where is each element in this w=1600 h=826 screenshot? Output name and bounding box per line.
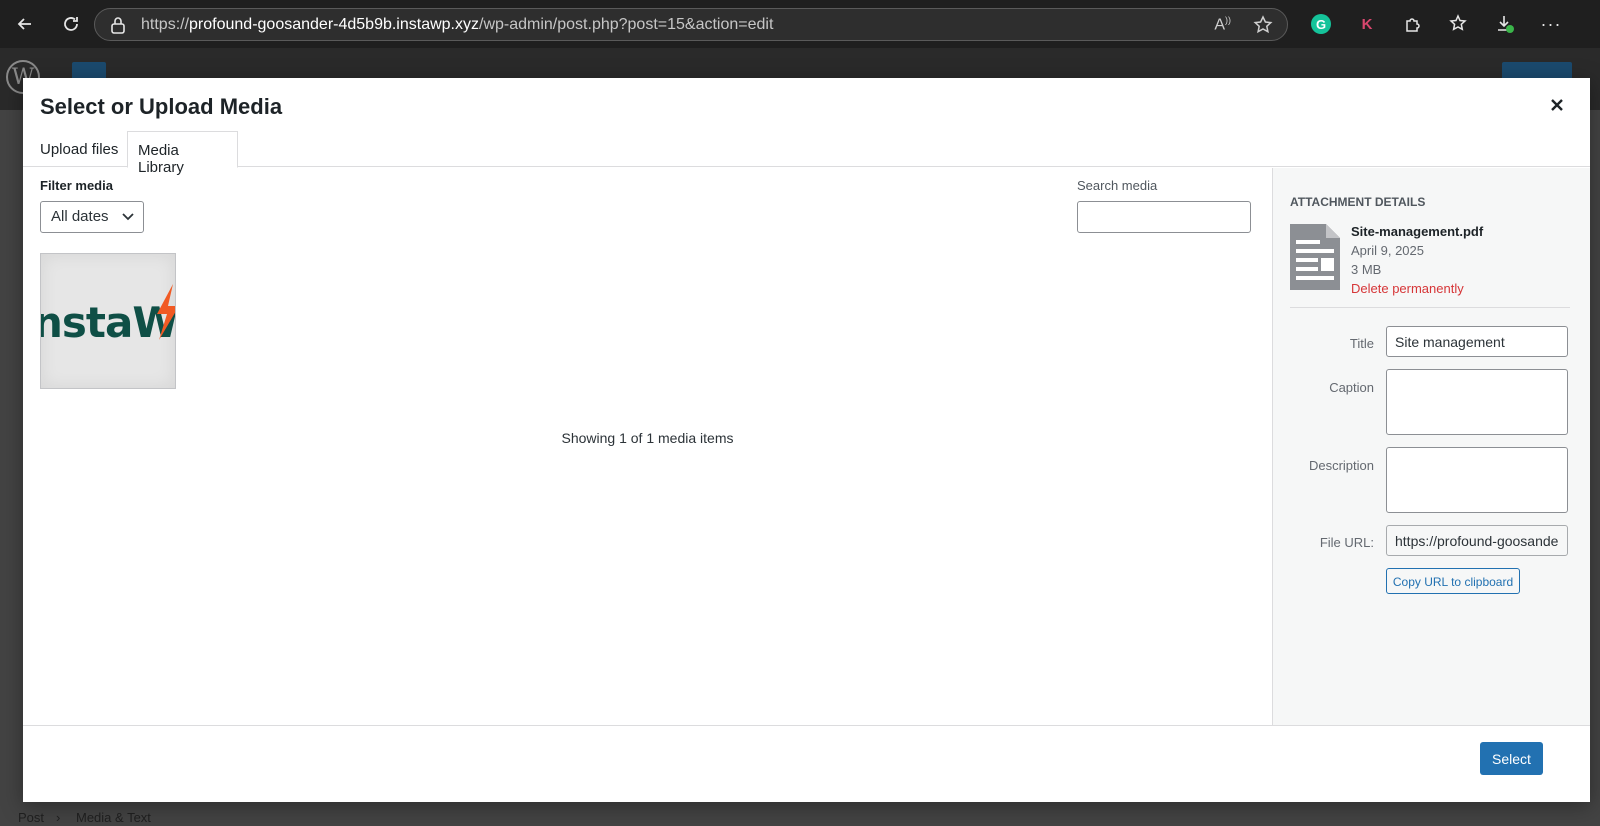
refresh-icon[interactable]	[54, 7, 88, 41]
caption-field[interactable]	[1386, 369, 1568, 435]
media-item-thumbnail[interactable]: nstaW	[40, 253, 176, 389]
close-icon[interactable]	[1546, 94, 1568, 116]
back-icon[interactable]	[8, 7, 42, 41]
date-filter-select[interactable]: All dates	[40, 201, 144, 233]
modal-title: Select or Upload Media	[40, 94, 283, 119]
media-count-text: Showing 1 of 1 media items	[561, 430, 734, 446]
filter-media-label: Filter media	[40, 178, 113, 193]
attachment-details-sidebar: Attachment Details Site-management.pdf A…	[1272, 168, 1590, 725]
more-menu-icon[interactable]: ···	[1535, 8, 1567, 40]
favorite-star-icon[interactable]	[1253, 15, 1273, 35]
extensions-puzzle-icon[interactable]	[1397, 8, 1429, 40]
downloads-icon[interactable]	[1489, 8, 1521, 40]
delete-permanently-link[interactable]: Delete permanently	[1351, 279, 1483, 298]
breadcrumb-block: Media & Text	[76, 810, 151, 825]
favorites-icon[interactable]	[1443, 8, 1475, 40]
media-browser: Filter media All dates Search media nsta…	[23, 168, 1272, 725]
description-label: Description	[1308, 458, 1374, 473]
search-media-input[interactable]	[1077, 201, 1251, 233]
breadcrumb-post: Post	[18, 810, 45, 825]
modal-toolbar: Select	[23, 725, 1590, 802]
copy-url-button[interactable]: Copy URL to clipboard	[1386, 568, 1520, 594]
url-text: https://profound-goosander-4d5b9b.instaw…	[141, 15, 774, 33]
tab-upload-files[interactable]: Upload files	[30, 131, 128, 168]
file-date: April 9, 2025	[1351, 243, 1424, 258]
search-media-label: Search media	[1077, 178, 1158, 193]
breadcrumb-separator: ›	[56, 810, 61, 825]
address-bar[interactable]: https://profound-goosander-4d5b9b.instaw…	[94, 8, 1288, 41]
lightning-bolt-icon	[157, 284, 175, 340]
description-field[interactable]	[1386, 447, 1568, 513]
media-modal: Select or Upload Media Upload files Medi…	[23, 78, 1590, 802]
modal-tabs: Upload files Media Library	[23, 131, 1590, 176]
file-url-label: File URL:	[1319, 535, 1374, 550]
k-extension-icon[interactable]: K	[1351, 8, 1383, 40]
read-aloud-icon[interactable]: A))	[1214, 15, 1231, 35]
svg-text:G: G	[1316, 17, 1326, 32]
title-label: Title	[1349, 336, 1374, 351]
lock-icon	[111, 16, 125, 34]
browser-toolbar: https://profound-goosander-4d5b9b.instaw…	[0, 0, 1600, 48]
editor-breadcrumb: Post › Media & Text	[0, 810, 1600, 826]
file-size: 3 MB	[1351, 262, 1382, 277]
caption-label: Caption	[1329, 380, 1374, 395]
chevron-down-icon	[122, 213, 134, 221]
date-filter-value: All dates	[51, 208, 109, 225]
divider	[1290, 307, 1570, 308]
file-info: Site-management.pdf April 9, 2025 3 MB D…	[1351, 222, 1483, 298]
attachment-details-heading: Attachment Details	[1290, 195, 1426, 209]
tab-media-library[interactable]: Media Library	[127, 131, 238, 176]
title-field[interactable]: Site management	[1386, 326, 1568, 357]
document-icon	[1290, 224, 1340, 290]
file-name: Site-management.pdf	[1351, 224, 1484, 239]
file-url-field[interactable]: https://profound-goosande	[1386, 525, 1568, 556]
grammarly-icon[interactable]: G	[1305, 8, 1337, 40]
select-button[interactable]: Select	[1480, 742, 1543, 775]
